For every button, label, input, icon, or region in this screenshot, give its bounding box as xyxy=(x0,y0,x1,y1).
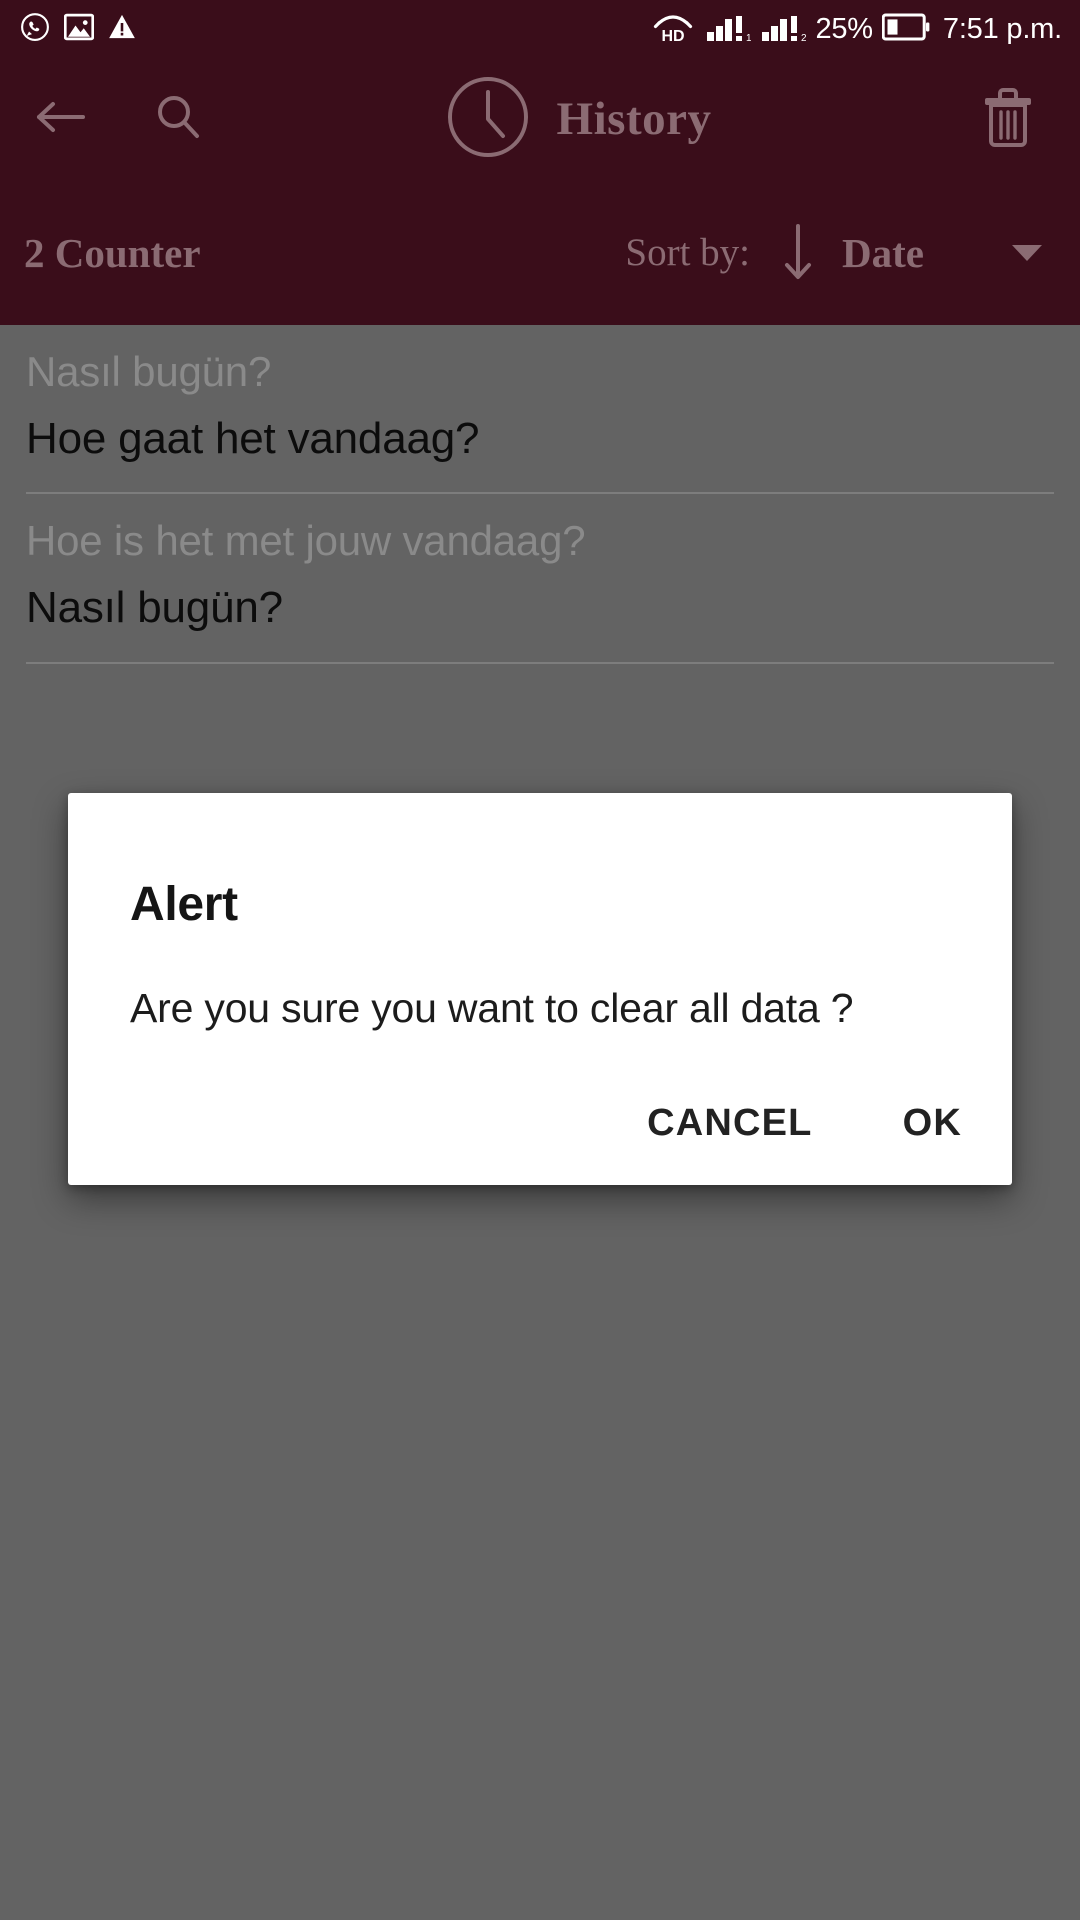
dialog-title: Alert xyxy=(130,878,238,931)
cancel-button[interactable]: CANCEL xyxy=(635,1088,825,1159)
dialog-message: Are you sure you want to clear all data … xyxy=(130,985,854,1031)
app-screen: HD 1 2 25% 7:51 p.m. History 2 Counter S… xyxy=(0,0,1080,1920)
ok-button[interactable]: OK xyxy=(891,1088,974,1159)
dialog-actions: CANCEL OK xyxy=(635,1088,974,1159)
alert-dialog: Alert Are you sure you want to clear all… xyxy=(68,793,1012,1185)
